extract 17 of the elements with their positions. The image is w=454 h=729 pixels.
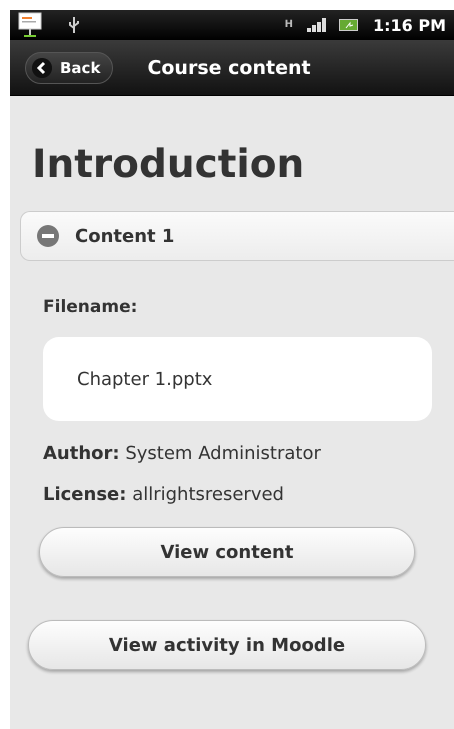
author-text: Author: System Administrator xyxy=(43,443,322,464)
usb-icon xyxy=(68,16,80,34)
network-type: H xyxy=(284,20,293,30)
signal-icon xyxy=(306,18,327,32)
license-text: License: allrightsreserved xyxy=(43,484,285,505)
filename-field: Chapter 1.pptx xyxy=(43,337,432,421)
header-title: Course content xyxy=(147,56,311,78)
action-button[interactable]: View activity in Moodle xyxy=(28,620,426,670)
filename-label: Filename: xyxy=(43,297,138,317)
battery-icon xyxy=(338,19,359,31)
back-button[interactable]: Back xyxy=(25,52,114,84)
collapse-icon xyxy=(37,225,59,247)
clock: 1:16 PM xyxy=(372,16,446,34)
section-header[interactable]: Content 1 xyxy=(20,211,454,261)
presentation-icon xyxy=(18,12,42,38)
action-button[interactable]: View content xyxy=(39,527,415,577)
page-title: Introduction xyxy=(32,142,306,187)
